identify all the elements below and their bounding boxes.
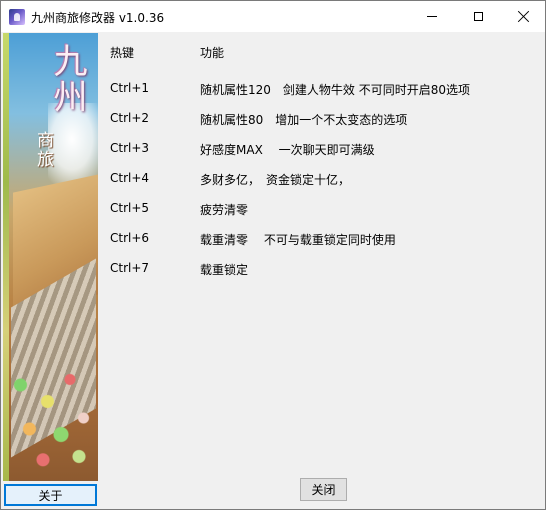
hotkey-desc: 随机属性80 增加一个不太变态的选项 — [200, 113, 408, 127]
hotkey-desc: 载重清零 不可与载重锁定同时使用 — [200, 233, 396, 247]
header-hotkey: 热键 — [110, 46, 135, 60]
hotkey-desc: 随机属性120 剑建人物牛效 不可同时开启80选项 — [200, 83, 470, 97]
hotkey-desc: 疲劳清零 — [200, 203, 249, 217]
hotkey-desc: 多财多亿， 资金锁定十亿， — [200, 173, 351, 187]
maximize-button[interactable] — [455, 1, 501, 32]
hotkey-desc: 好感度MAX 一次聊天即可满级 — [200, 143, 375, 157]
hotkey-desc: 载重锁定 — [200, 263, 249, 277]
app-icon[interactable] — [9, 9, 25, 25]
game-logo-subtitle: 商旅 — [33, 131, 53, 169]
minimize-icon — [427, 16, 437, 17]
hotkey-key: Ctrl+3 — [110, 141, 150, 155]
hotkey-key: Ctrl+7 — [110, 261, 150, 275]
minimize-button[interactable] — [409, 1, 455, 32]
close-icon — [518, 11, 530, 23]
close-button[interactable]: 关闭 — [300, 478, 347, 501]
hotkey-key: Ctrl+4 — [110, 171, 150, 185]
hotkey-key: Ctrl+1 — [110, 81, 150, 95]
title-bar[interactable]: 九州商旅修改器 v1.0.36 — [1, 1, 545, 32]
game-banner-image: 九州 商旅 — [3, 33, 98, 481]
window-title: 九州商旅修改器 v1.0.36 — [31, 11, 165, 25]
hotkey-key: Ctrl+6 — [110, 231, 150, 245]
maximize-icon — [473, 12, 483, 21]
hotkey-key: Ctrl+5 — [110, 201, 150, 215]
banner-crowd — [7, 363, 97, 473]
game-logo-title: 九州 — [47, 43, 87, 115]
close-window-button[interactable] — [501, 1, 546, 32]
about-button[interactable]: 关于 — [4, 484, 97, 506]
hotkey-key: Ctrl+2 — [110, 111, 150, 125]
trainer-window: 九州商旅修改器 v1.0.36 九州 商旅 热键 功能 Ctrl+1 随机属性1… — [0, 0, 546, 510]
header-function: 功能 — [200, 46, 225, 60]
